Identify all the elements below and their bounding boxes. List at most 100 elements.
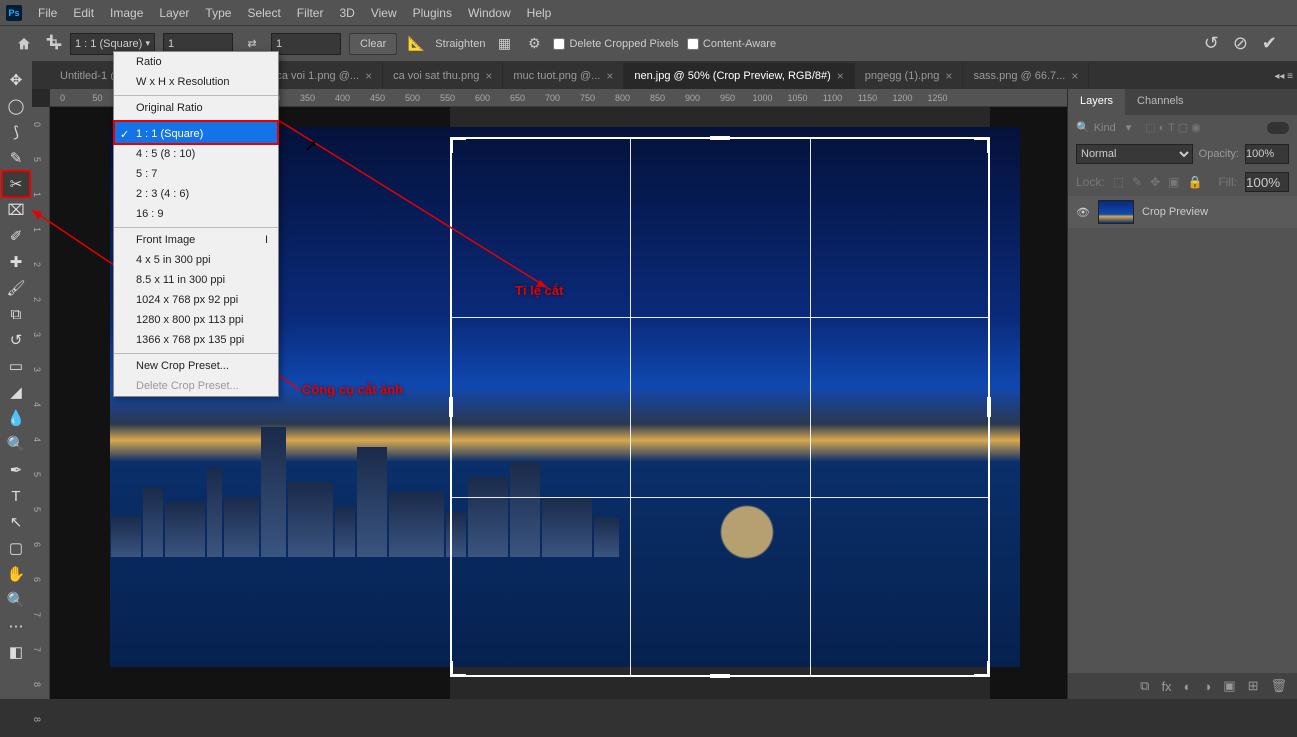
menu-image[interactable]: Image [102, 6, 151, 20]
close-icon[interactable]: × [365, 69, 372, 83]
close-icon[interactable]: × [485, 69, 492, 83]
quick-select-tool[interactable]: ✎ [2, 145, 30, 171]
grid-icon[interactable]: ▦ [493, 33, 515, 55]
menu-edit[interactable]: Edit [65, 6, 102, 20]
cancel-icon[interactable]: ⊘ [1233, 33, 1248, 54]
ratio-option[interactable]: Ratio [114, 52, 278, 72]
tab-cavoisat[interactable]: ca voi sat thu.png× [383, 63, 503, 89]
brush-tool[interactable]: 🖌 [2, 275, 30, 301]
lock-artboard-icon[interactable]: ✥ [1150, 175, 1160, 189]
menu-filter[interactable]: Filter [289, 6, 332, 20]
crop-tool[interactable]: ✂ [2, 171, 30, 197]
tab-channels[interactable]: Channels [1125, 89, 1195, 115]
link-icon[interactable]: ⧉ [1140, 678, 1149, 694]
dodge-tool[interactable]: 🔍 [2, 431, 30, 457]
crop-overlay[interactable] [450, 137, 990, 677]
menu-plugins[interactable]: Plugins [405, 6, 460, 20]
new-layer-icon[interactable]: ⊞ [1248, 678, 1259, 694]
lock-all-icon[interactable]: 🔒 [1188, 175, 1203, 189]
collapse-icon[interactable]: ◂◂ ≡ [1274, 71, 1293, 82]
ratio-option[interactable]: 4 : 5 (8 : 10) [114, 144, 278, 164]
shape-tool[interactable]: ▢ [2, 535, 30, 561]
lock-pixels-icon[interactable]: ⬚ [1113, 175, 1124, 189]
crop-handle-t[interactable] [710, 136, 730, 140]
zoom-tool[interactable]: 🔍 [2, 587, 30, 613]
tab-nen[interactable]: nen.jpg @ 50% (Crop Preview, RGB/8#)× [624, 63, 854, 89]
ratio-option[interactable]: 1280 x 800 px 113 ppi [114, 310, 278, 330]
opacity-field[interactable] [1245, 144, 1289, 164]
menu-window[interactable]: Window [460, 6, 519, 20]
menu-file[interactable]: File [30, 6, 65, 20]
frame-tool[interactable]: ⌧ [2, 197, 30, 223]
ratio-option[interactable]: 8.5 x 11 in 300 ppi [114, 270, 278, 290]
fill-field[interactable] [1245, 172, 1289, 192]
eyedropper-tool[interactable]: ✐ [2, 223, 30, 249]
tab-muctuot[interactable]: muc tuot.png @...× [503, 63, 624, 89]
blend-mode-select[interactable]: Normal [1076, 144, 1193, 164]
marquee-tool[interactable]: ◯ [2, 93, 30, 119]
blur-tool[interactable]: 💧 [2, 405, 30, 431]
clone-tool[interactable]: ⧉ [2, 301, 30, 327]
hand-tool[interactable]: ✋ [2, 561, 30, 587]
close-icon[interactable]: × [1071, 69, 1078, 83]
ratio-option[interactable]: W x H x Resolution [114, 72, 278, 92]
filter-toggle[interactable] [1267, 122, 1289, 134]
tab-layers[interactable]: Layers [1068, 89, 1125, 115]
mask-icon[interactable]: ◐ [1184, 679, 1192, 694]
path-tool[interactable]: ↖ [2, 509, 30, 535]
crop-height-field[interactable] [271, 33, 341, 55]
search-icon[interactable]: 🔍 [1076, 121, 1090, 134]
pen-tool[interactable]: ✒ [2, 457, 30, 483]
menu-layer[interactable]: Layer [151, 6, 197, 20]
ratio-option[interactable]: New Crop Preset... [114, 353, 278, 376]
gradient-tool[interactable]: ◢ [2, 379, 30, 405]
ratio-option[interactable]: 1 : 1 (Square) [114, 121, 278, 144]
adjustment-icon[interactable]: ◑ [1203, 679, 1211, 694]
crop-handle-b[interactable] [710, 674, 730, 678]
trash-icon[interactable]: 🗑 [1270, 678, 1287, 694]
ratio-option[interactable]: 16 : 9 [114, 204, 278, 224]
crop-handle-br[interactable] [974, 661, 990, 677]
lock-nest-icon[interactable]: ▣ [1168, 175, 1179, 189]
ratio-option[interactable]: 2 : 3 (4 : 6) [114, 184, 278, 204]
lock-position-icon[interactable]: ✎ [1132, 175, 1142, 189]
crop-handle-bl[interactable] [450, 661, 466, 677]
tab-sass[interactable]: sass.png @ 66.7...× [963, 63, 1089, 89]
close-icon[interactable]: × [945, 69, 952, 83]
close-icon[interactable]: × [837, 69, 844, 83]
color-swatch[interactable]: ◧ [2, 639, 30, 665]
reset-icon[interactable]: ↺ [1204, 33, 1219, 54]
commit-icon[interactable]: ✔ [1262, 33, 1277, 54]
layer-row[interactable]: 👁 Crop Preview [1068, 196, 1297, 228]
content-aware-check[interactable]: Content-Aware [687, 38, 776, 50]
tab-cavoi1[interactable]: ca voi 1.png @...× [266, 63, 383, 89]
crop-handle-tl[interactable] [450, 137, 466, 153]
ratio-option[interactable]: 4 x 5 in 300 ppi [114, 250, 278, 270]
ratio-option[interactable]: 5 : 7 [114, 164, 278, 184]
tab-pngegg[interactable]: pngegg (1).png× [855, 63, 964, 89]
menu-select[interactable]: Select [239, 6, 288, 20]
crop-handle-l[interactable] [449, 397, 453, 417]
menu-view[interactable]: View [363, 6, 405, 20]
ratio-option[interactable]: 1366 x 768 px 135 ppi [114, 330, 278, 350]
move-tool[interactable]: ✥ [2, 67, 30, 93]
lasso-tool[interactable]: ⟆ [2, 119, 30, 145]
ratio-option[interactable]: Front ImageI [114, 227, 278, 250]
crop-handle-tr[interactable] [974, 137, 990, 153]
ratio-option[interactable]: Delete Crop Preset... [114, 376, 278, 396]
gear-icon[interactable]: ⚙ [523, 33, 545, 55]
home-icon[interactable] [10, 32, 38, 56]
crop-handle-r[interactable] [987, 397, 991, 417]
ratio-option[interactable]: Original Ratio [114, 95, 278, 118]
ratio-option[interactable]: 1024 x 768 px 92 ppi [114, 290, 278, 310]
menu-help[interactable]: Help [519, 6, 560, 20]
menu-3d[interactable]: 3D [331, 6, 362, 20]
edit-toolbar[interactable]: ⋯ [2, 613, 30, 639]
eraser-tool[interactable]: ▭ [2, 353, 30, 379]
visibility-icon[interactable]: 👁 [1076, 206, 1090, 219]
group-icon[interactable]: ▣ [1223, 678, 1235, 694]
delete-cropped-check[interactable]: Delete Cropped Pixels [553, 38, 678, 50]
healing-tool[interactable]: ✚ [2, 249, 30, 275]
fx-icon[interactable]: fx [1161, 679, 1171, 694]
straighten-icon[interactable]: 📐 [405, 33, 427, 55]
